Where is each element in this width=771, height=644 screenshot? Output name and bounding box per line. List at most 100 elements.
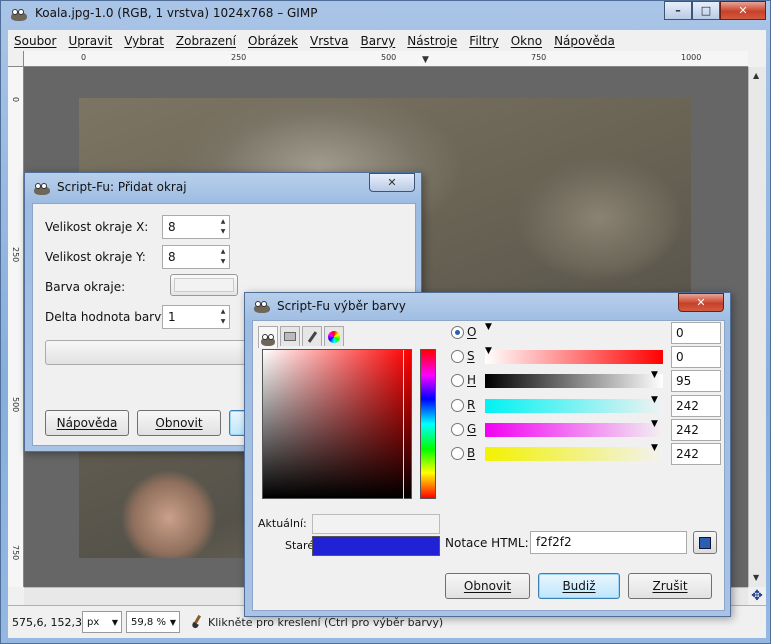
eyedropper-button[interactable]: [693, 531, 717, 554]
spin-arrows-icon[interactable]: ▲ ▼: [218, 247, 228, 267]
horizontal-ruler[interactable]: 0 250 500 750 1000 ▼: [24, 51, 748, 67]
menu-view[interactable]: Zobrazení: [176, 34, 236, 48]
unit-select[interactable]: px ▼: [82, 611, 122, 633]
channel-input[interactable]: 95: [671, 370, 721, 392]
unit-value: px: [87, 616, 100, 628]
gimp-wilber-icon: [253, 298, 271, 314]
pen-icon: [307, 330, 317, 343]
tab-gimp-selector[interactable]: [258, 326, 278, 348]
channel-value: 242: [676, 399, 699, 413]
color-wheel-icon: [328, 330, 340, 343]
menu-filters[interactable]: Filtry: [469, 34, 498, 48]
channel-value: 95: [676, 374, 692, 388]
cancel-button[interactable]: Zrušit: [628, 573, 712, 599]
pointer-coordinates: 575,6, 152,3: [12, 615, 82, 629]
border-size-y-input[interactable]: 8 ▲ ▼: [162, 245, 230, 269]
maximize-button[interactable]: □: [692, 1, 720, 20]
ruler-label: 1000: [681, 53, 702, 62]
html-notation-value: f2f2f2: [536, 535, 572, 549]
spin-arrows-icon[interactable]: ▲ ▼: [218, 307, 228, 327]
delta-value-input[interactable]: 1 ▲ ▼: [162, 305, 230, 329]
eyedropper-icon: [699, 536, 711, 549]
menu-layer[interactable]: Vrstva: [310, 34, 349, 48]
saturation-value-area[interactable]: [262, 349, 412, 500]
channel-input[interactable]: 0: [671, 346, 721, 368]
channel-label: G: [467, 422, 477, 436]
channel-label: H: [467, 373, 477, 387]
channel-label: R: [467, 398, 476, 412]
border-color-swatch: [174, 278, 234, 292]
channel-radio[interactable]: [451, 399, 464, 412]
vertical-ruler[interactable]: 0 250 500 750: [8, 67, 24, 587]
slider-marker-icon: ▼: [651, 419, 658, 429]
channel-slider[interactable]: ▼: [485, 346, 663, 364]
channel-radio[interactable]: [451, 423, 464, 436]
menu-file[interactable]: Soubor: [14, 34, 56, 48]
channel-slider[interactable]: ▼: [485, 370, 663, 388]
channel-row-blue: B ▼ 242: [451, 443, 721, 465]
ruler-label: 250: [231, 53, 247, 62]
channel-input[interactable]: 242: [671, 419, 721, 441]
status-text: Klikněte pro kreslení (Ctrl pro výběr ba…: [208, 615, 444, 629]
menu-colors[interactable]: Barvy: [361, 34, 396, 48]
close-button[interactable]: ✕: [369, 173, 415, 192]
border-size-x-input[interactable]: 8 ▲ ▼: [162, 215, 230, 239]
channel-value: 0: [676, 326, 684, 340]
channel-input[interactable]: 242: [671, 395, 721, 417]
menu-select[interactable]: Vybrat: [124, 34, 164, 48]
channel-value: 0: [676, 350, 684, 364]
channel-slider[interactable]: ▼: [485, 419, 663, 437]
close-button[interactable]: ✕: [720, 1, 766, 20]
quick-mask-toggle[interactable]: [8, 51, 24, 67]
channel-slider[interactable]: ▼: [485, 322, 663, 340]
navigate-icon[interactable]: ✥: [748, 587, 766, 605]
tab-wheel[interactable]: [324, 326, 344, 346]
brush-icon: [190, 615, 204, 629]
channel-row-green: G ▼ 242: [451, 419, 721, 441]
delta-value: 1: [168, 310, 176, 324]
ok-button[interactable]: Budiž: [538, 573, 620, 599]
menu-help[interactable]: Nápověda: [554, 34, 615, 48]
channel-radio[interactable]: [451, 350, 464, 363]
border-color-button[interactable]: [170, 274, 238, 296]
slider-marker-icon: ▼: [651, 443, 658, 453]
ruler-label: 750: [531, 53, 547, 62]
channel-input[interactable]: 0: [671, 322, 721, 344]
tab-cmyk[interactable]: [280, 326, 300, 346]
channel-input[interactable]: 242: [671, 443, 721, 465]
reset-button[interactable]: Obnovit: [137, 410, 221, 436]
menu-windows[interactable]: Okno: [511, 34, 542, 48]
channel-row-hue: O ▼ 0: [451, 322, 721, 344]
dialog-body: Aktuální: Staré: O ▼ 0 S ▼ 0 H ▼ 95 R ▼ …: [252, 320, 725, 611]
slider-marker-icon: ▼: [651, 395, 658, 405]
channel-row-red: R ▼ 242: [451, 395, 721, 417]
vertical-scrollbar[interactable]: ▲ ▼: [748, 67, 766, 587]
ruler-label: 0: [11, 97, 20, 103]
channel-radio[interactable]: [451, 326, 464, 339]
html-notation-input[interactable]: f2f2f2: [530, 531, 687, 554]
chevron-down-icon: ▼: [169, 617, 176, 627]
gimp-wilber-icon: [10, 6, 28, 22]
channel-radio[interactable]: [451, 374, 464, 387]
channel-radio[interactable]: [451, 447, 464, 460]
menu-edit[interactable]: Upravit: [68, 34, 112, 48]
hue-strip[interactable]: [420, 349, 436, 499]
menu-image[interactable]: Obrázek: [248, 34, 298, 48]
reset-button[interactable]: Obnovit: [445, 573, 530, 599]
scroll-up-icon[interactable]: ▲: [753, 71, 759, 80]
channel-slider[interactable]: ▼: [485, 443, 663, 461]
old-color-swatch: [312, 536, 440, 556]
help-button[interactable]: Nápověda: [45, 410, 129, 436]
menu-tools[interactable]: Nástroje: [407, 34, 457, 48]
scroll-down-icon[interactable]: ▼: [753, 573, 759, 582]
minimize-button[interactable]: –: [664, 1, 692, 20]
ruler-pointer-icon: ▼: [422, 55, 429, 65]
zoom-select[interactable]: 59,8 % ▼: [126, 611, 180, 633]
tab-watercolor[interactable]: [302, 326, 322, 346]
close-button[interactable]: ✕: [678, 293, 724, 312]
channel-slider[interactable]: ▼: [485, 395, 663, 413]
spin-arrows-icon[interactable]: ▲ ▼: [218, 217, 228, 237]
chevron-down-icon: ▼: [111, 617, 118, 627]
menu-bar: Soubor Upravit Vybrat Zobrazení Obrázek …: [8, 30, 766, 51]
title-bar[interactable]: Koala.jpg-1.0 (RGB, 1 vrstva) 1024x768 –…: [1, 1, 771, 29]
